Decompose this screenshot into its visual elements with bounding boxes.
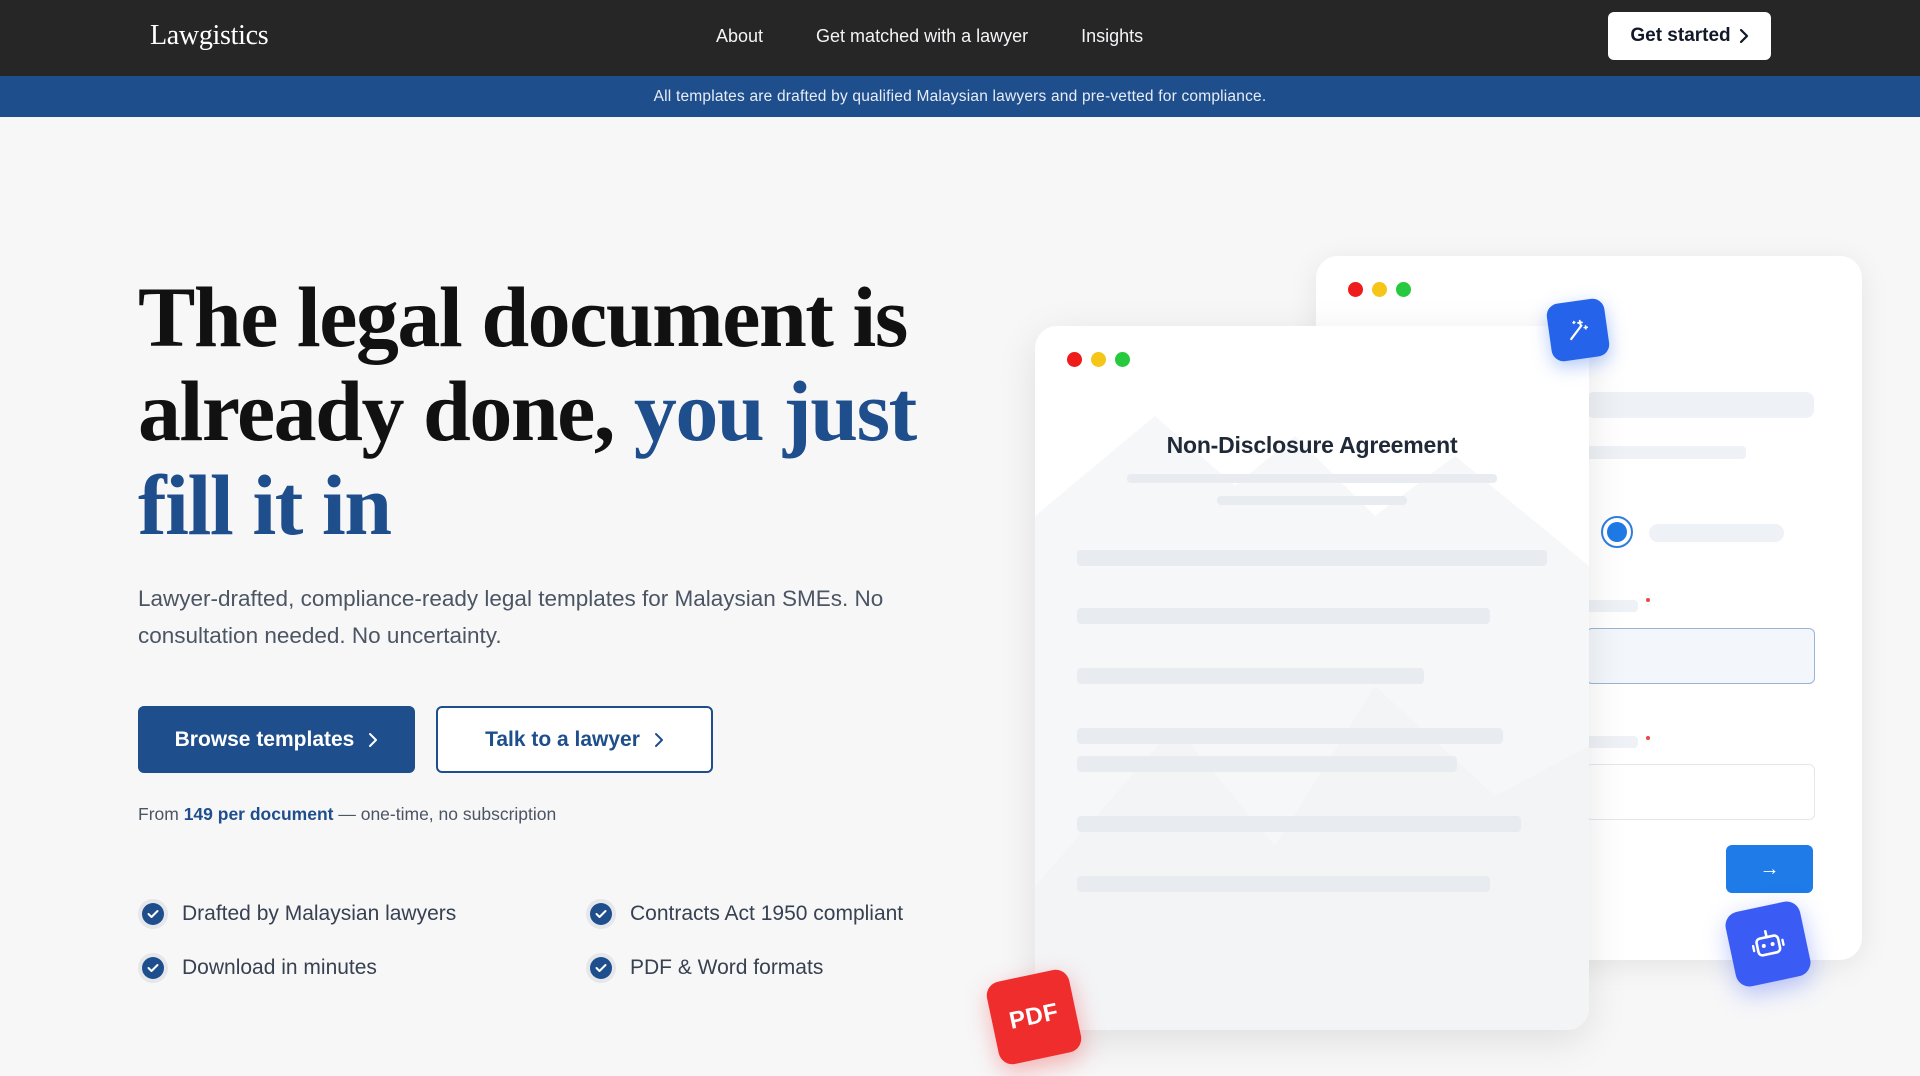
- skeleton-line: [1649, 524, 1784, 542]
- skeleton-line: [1077, 756, 1457, 772]
- skeleton-line: [1077, 550, 1547, 566]
- skeleton-line: [1077, 668, 1424, 684]
- skeleton-line: [1077, 816, 1521, 832]
- check-circle-icon: [586, 899, 616, 929]
- document-title: Non-Disclosure Agreement: [1166, 432, 1458, 458]
- skeleton-label: [1586, 600, 1638, 612]
- feature-item: Download in minutes: [138, 953, 586, 983]
- pricing-prefix: From: [138, 804, 179, 824]
- maximize-dot-icon: [1115, 352, 1130, 367]
- nav-link-insights[interactable]: Insights: [1081, 26, 1143, 47]
- minimize-dot-icon: [1372, 282, 1387, 297]
- chevron-right-icon: [1739, 28, 1748, 44]
- text-input-field[interactable]: [1586, 628, 1815, 684]
- top-navigation: Lawgistics About Get matched with a lawy…: [0, 0, 1920, 76]
- maximize-dot-icon: [1396, 282, 1411, 297]
- talk-to-lawyer-label: Talk to a lawyer: [485, 727, 640, 751]
- nav-links: About Get matched with a lawyer Insights: [716, 26, 1143, 47]
- text-input-field[interactable]: [1586, 764, 1815, 820]
- feature-label: Download in minutes: [182, 956, 377, 979]
- feature-item: PDF & Word formats: [586, 953, 938, 983]
- required-marker: [1646, 598, 1650, 602]
- document-mockup-card: Non-Disclosure Agreement: [1035, 326, 1589, 1030]
- browse-templates-label: Browse templates: [174, 727, 355, 751]
- skeleton-line: [1586, 446, 1746, 459]
- chevron-right-icon: [654, 732, 663, 747]
- window-controls: [1067, 352, 1130, 367]
- check-circle-icon: [138, 899, 168, 929]
- skeleton-label: [1586, 736, 1638, 748]
- close-dot-icon: [1067, 352, 1082, 367]
- magic-wand-icon: [1545, 297, 1611, 363]
- check-circle-icon: [586, 953, 616, 983]
- browse-templates-button[interactable]: Browse templates: [138, 706, 415, 773]
- chevron-right-icon: [369, 732, 378, 747]
- check-circle-icon: [138, 953, 168, 983]
- hero-subtext: Lawyer-drafted, compliance-ready legal t…: [138, 586, 884, 648]
- skeleton-line: [1586, 392, 1814, 418]
- submit-arrow-button[interactable]: →: [1726, 845, 1813, 893]
- feature-label: Contracts Act 1950 compliant: [630, 902, 904, 925]
- feature-label: Drafted by Malaysian lawyers: [182, 902, 457, 925]
- skeleton-line: [1077, 608, 1490, 624]
- minimize-dot-icon: [1091, 352, 1106, 367]
- hero-headline: The legal document is already done, you …: [138, 270, 968, 552]
- banner-text: All templates are drafted by qualified M…: [653, 87, 1267, 105]
- feature-label: PDF & Word formats: [630, 956, 824, 979]
- robot-icon: [1722, 898, 1814, 990]
- radio-option[interactable]: [1601, 516, 1633, 548]
- feature-list: Drafted by Malaysian lawyers Contracts A…: [138, 899, 938, 983]
- skeleton-line: [1217, 496, 1407, 505]
- pricing-note: From 149 per document — one-time, no sub…: [138, 804, 556, 825]
- required-marker: [1646, 736, 1650, 740]
- brand-logo[interactable]: Lawgistics: [150, 20, 269, 52]
- arrow-right-icon: →: [1759, 857, 1780, 880]
- get-started-label: Get started: [1630, 25, 1731, 46]
- talk-to-lawyer-button[interactable]: Talk to a lawyer: [436, 706, 713, 773]
- compliance-banner: All templates are drafted by qualified M…: [0, 76, 1920, 117]
- pdf-badge-label: PDF: [1006, 998, 1061, 1035]
- skeleton-line: [1127, 474, 1497, 483]
- pdf-file-icon: PDF: [984, 967, 1084, 1067]
- pricing-amount: 149 per document: [183, 804, 334, 824]
- skeleton-line: [1077, 876, 1490, 892]
- feature-item: Contracts Act 1950 compliant: [586, 899, 938, 929]
- feature-item: Drafted by Malaysian lawyers: [138, 899, 586, 929]
- get-started-button[interactable]: Get started: [1608, 12, 1771, 60]
- close-dot-icon: [1348, 282, 1363, 297]
- pricing-suffix: — one-time, no subscription: [338, 804, 557, 824]
- nav-link-about[interactable]: About: [716, 26, 763, 47]
- window-controls: [1348, 282, 1411, 297]
- skeleton-line: [1077, 728, 1503, 744]
- nav-link-get-matched[interactable]: Get matched with a lawyer: [816, 26, 1028, 47]
